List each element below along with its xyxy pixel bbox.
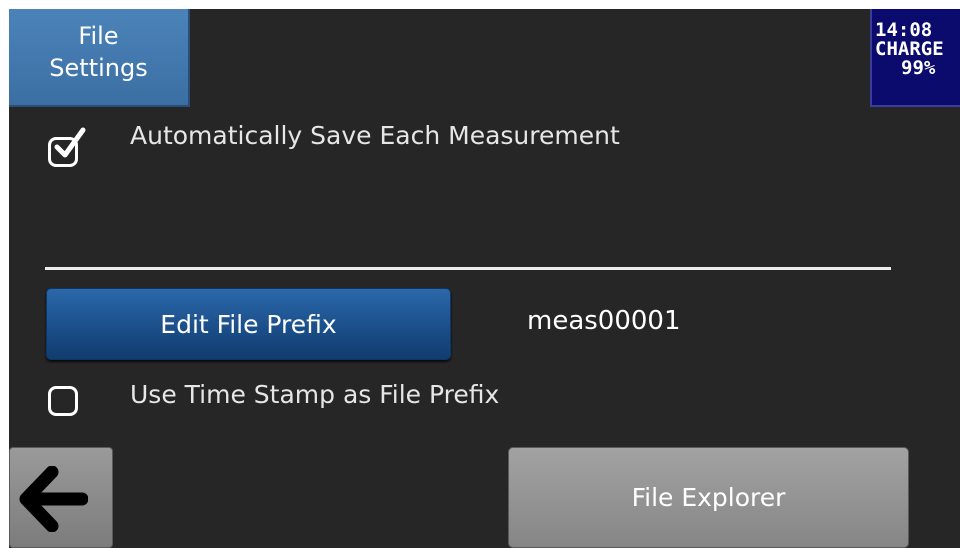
timestamp-prefix-label[interactable]: Use Time Stamp as File Prefix <box>130 380 499 409</box>
status-indicator: 14:08 CHARGE 99% <box>870 9 960 107</box>
timestamp-prefix-checkbox[interactable] <box>48 386 78 416</box>
page-title: File Settings <box>9 9 190 107</box>
file-settings-screen: File Settings 14:08 CHARGE 99% Automatic… <box>9 9 960 548</box>
checkmark-icon <box>54 127 86 158</box>
battery-level: 99% <box>901 57 936 79</box>
auto-save-checkbox[interactable] <box>48 127 86 167</box>
back-button[interactable] <box>9 447 113 548</box>
arrow-left-icon <box>19 466 88 532</box>
edit-file-prefix-button[interactable]: Edit File Prefix <box>46 288 451 360</box>
file-explorer-button[interactable]: File Explorer <box>508 447 909 548</box>
file-prefix-value: meas00001 <box>527 306 681 336</box>
title-line-2: Settings <box>49 54 148 82</box>
title-line-1: File <box>78 22 119 50</box>
auto-save-label[interactable]: Automatically Save Each Measurement <box>130 121 620 150</box>
section-divider <box>45 267 891 270</box>
